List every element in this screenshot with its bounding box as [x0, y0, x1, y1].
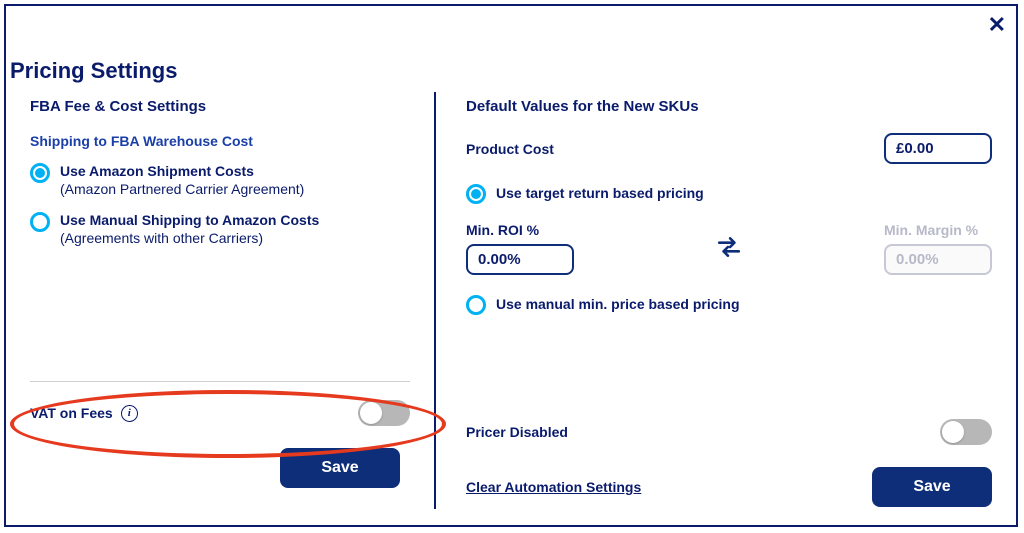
right-bottom: Pricer Disabled Clear Automation Setting… [466, 401, 992, 507]
pricing-option-target-label: Use target return based pricing [496, 185, 704, 203]
option-line1: Use Manual Shipping to Amazon Costs [60, 212, 319, 228]
vat-on-fees-row: VAT on Fees i [30, 382, 410, 448]
right-actions: Clear Automation Settings Save [466, 467, 992, 507]
vat-on-fees-toggle[interactable] [358, 400, 410, 426]
toggle-knob [942, 421, 964, 443]
left-pane: FBA Fee & Cost Settings Shipping to FBA … [30, 98, 434, 507]
shipping-option-amazon[interactable]: Use Amazon Shipment Costs (Amazon Partne… [30, 163, 410, 198]
right-pane: Default Values for the New SKUs Product … [436, 98, 992, 507]
swap-icon[interactable] [716, 234, 742, 260]
option-line1: Use Amazon Shipment Costs [60, 163, 254, 179]
min-margin-col: Min. Margin % [884, 222, 992, 275]
radio-icon [30, 163, 50, 183]
radio-icon [30, 212, 50, 232]
shipping-option-amazon-label: Use Amazon Shipment Costs (Amazon Partne… [60, 163, 304, 198]
min-roi-label: Min. ROI % [466, 222, 574, 238]
shipping-option-manual-label: Use Manual Shipping to Amazon Costs (Agr… [60, 212, 319, 247]
info-icon[interactable]: i [121, 405, 138, 422]
save-button-left[interactable]: Save [280, 448, 400, 488]
pricing-option-manual-label: Use manual min. price based pricing [496, 296, 740, 314]
save-button-right[interactable]: Save [872, 467, 992, 507]
pricing-option-target[interactable]: Use target return based pricing [466, 184, 992, 204]
option-line2: (Agreements with other Carriers) [60, 230, 319, 248]
product-cost-row: Product Cost [466, 133, 992, 164]
close-icon[interactable]: ✕ [988, 12, 1006, 38]
roi-margin-row: Min. ROI % Min. Margin % [466, 222, 992, 275]
product-cost-input[interactable] [884, 133, 992, 164]
left-save-row: Save [30, 448, 410, 488]
pricer-disabled-row: Pricer Disabled [466, 401, 992, 467]
min-roi-col: Min. ROI % [466, 222, 574, 275]
radio-icon [466, 295, 486, 315]
option-line2: (Amazon Partnered Carrier Agreement) [60, 181, 304, 199]
vat-on-fees-text: VAT on Fees [30, 405, 113, 421]
vat-on-fees-label: VAT on Fees i [30, 405, 138, 422]
pricer-disabled-toggle[interactable] [940, 419, 992, 445]
shipping-option-manual[interactable]: Use Manual Shipping to Amazon Costs (Agr… [30, 212, 410, 247]
shipping-heading: Shipping to FBA Warehouse Cost [30, 133, 410, 149]
panes: FBA Fee & Cost Settings Shipping to FBA … [30, 98, 992, 507]
dialog-title: Pricing Settings [10, 58, 177, 84]
min-roi-input[interactable] [466, 244, 574, 275]
clear-automation-link[interactable]: Clear Automation Settings [466, 479, 641, 495]
product-cost-label: Product Cost [466, 141, 554, 157]
pricing-settings-modal: ✕ Pricing Settings FBA Fee & Cost Settin… [4, 4, 1018, 527]
min-margin-input [884, 244, 992, 275]
pricing-option-manual[interactable]: Use manual min. price based pricing [466, 295, 992, 315]
min-margin-label: Min. Margin % [884, 222, 992, 238]
radio-icon [466, 184, 486, 204]
toggle-knob [360, 402, 382, 424]
fba-section-title: FBA Fee & Cost Settings [30, 98, 410, 115]
defaults-section-title: Default Values for the New SKUs [466, 98, 992, 115]
pricer-disabled-label: Pricer Disabled [466, 424, 568, 440]
